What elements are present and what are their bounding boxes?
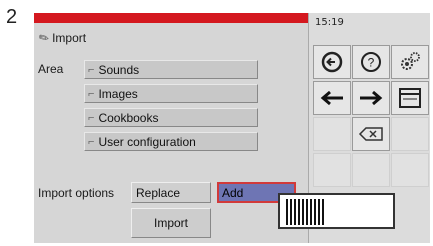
page-title: ✎ Import [36,29,87,47]
window-button[interactable] [391,81,429,115]
window-icon [399,88,421,108]
import-options-label: Import options [38,186,115,200]
item-marker-icon: ⌐ [88,63,95,76]
step-number: 2 [6,6,18,28]
empty-cell [313,153,351,187]
back-icon [321,51,343,73]
area-label: Area [38,62,64,76]
area-item-sounds[interactable]: ⌐ Sounds [84,60,258,79]
import-panel: ✎ Import Area ⌐ Sounds ⌐ Images ⌐ Cookbo… [34,13,308,243]
settings-button[interactable] [391,45,429,79]
area-item-cookbooks[interactable]: ⌐ Cookbooks [84,108,258,127]
item-marker-icon: ⌐ [88,135,95,148]
item-marker-icon: ⌐ [88,87,95,100]
item-marker-icon: ⌐ [88,111,95,124]
backspace-button[interactable] [352,117,390,151]
header-bar [34,13,308,23]
empty-cell [391,117,429,151]
import-icon: ✎ [36,29,52,47]
page-title-text: Import [52,31,87,45]
area-item-images[interactable]: ⌐ Images [84,84,258,103]
back-button[interactable] [313,45,351,79]
area-item-user-configuration[interactable]: ⌐ User configuration [84,132,258,151]
area-item-label: Cookbooks [98,110,159,125]
area-item-label: Images [98,86,138,101]
settings-icon [401,52,420,70]
empty-cell [313,117,351,151]
barcode-display [278,193,395,229]
import-button[interactable]: Import [131,208,211,238]
add-label: Add [222,185,244,200]
empty-cell [391,153,429,187]
empty-cell [352,153,390,187]
backspace-icon [358,127,383,141]
svg-text:?: ? [368,56,375,70]
area-item-label: Sounds [98,62,140,77]
area-item-label: User configuration [98,134,196,149]
help-button[interactable]: ? [352,45,390,79]
arrow-left-button[interactable] [313,81,351,115]
arrow-right-icon [360,90,383,106]
replace-option-button[interactable]: Replace [131,182,211,203]
barcode-icon [286,199,324,225]
arrow-left-icon [320,90,343,106]
clock: 15:19 [315,17,344,28]
arrow-right-button[interactable] [352,81,390,115]
replace-label: Replace [136,185,181,200]
help-icon: ? [361,52,381,72]
